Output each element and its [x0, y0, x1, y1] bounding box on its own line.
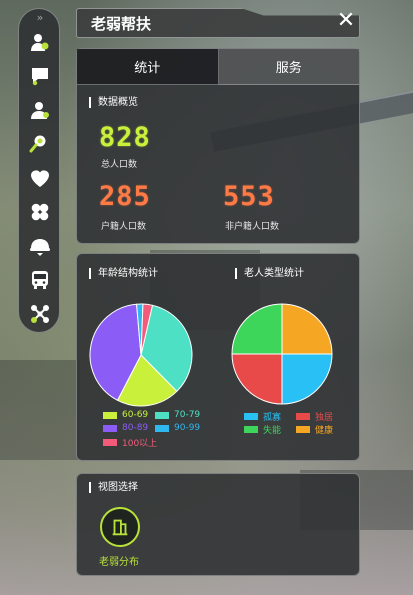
non-registered-population-value: 553 [223, 181, 275, 212]
pie-slice[interactable] [281, 303, 333, 355]
panel-title: 老弱帮扶 [91, 15, 152, 33]
elderly-user-icon[interactable] [27, 29, 53, 55]
legend-label: 失能 [263, 426, 282, 436]
pie-slice[interactable] [231, 353, 283, 405]
legend-item: 失能 [244, 423, 281, 436]
tab-services[interactable]: 服务 [218, 49, 359, 85]
tab-statistics[interactable]: 统计 [77, 49, 219, 85]
legend-swatch [103, 411, 117, 419]
type-pie-chart [231, 303, 333, 405]
network-icon[interactable] [27, 301, 53, 327]
registered-population-label: 户籍人口数 [101, 222, 147, 232]
legend-item: 100以上 [103, 436, 157, 449]
map-block [0, 360, 80, 460]
legend-swatch [103, 424, 117, 432]
age-pie-chart [89, 303, 193, 407]
view-section-title: 视图选择 [89, 482, 138, 493]
legend-item: 60-69 [103, 410, 148, 420]
collapse-toolbar-button[interactable]: » [19, 11, 59, 24]
view-option-label[interactable]: 老弱分布 [99, 553, 139, 568]
cap-icon[interactable] [27, 233, 53, 259]
legend-label: 80-89 [122, 423, 149, 433]
legend-swatch [244, 413, 258, 420]
function-toolbar: » [18, 8, 60, 333]
type-chart-title: 老人类型统计 [235, 268, 304, 279]
legend-label: 90-99 [174, 423, 201, 433]
total-population-label: 总人口数 [101, 160, 138, 170]
clover-icon[interactable] [27, 199, 53, 225]
legend-label: 健康 [315, 426, 334, 436]
age-chart-legend: 60-69 70-79 80-89 90-99 100以上 [103, 410, 223, 452]
legend-label: 孤寡 [263, 413, 282, 423]
non-registered-population-label: 非户籍人口数 [225, 222, 280, 232]
legend-item: 80-89 [103, 423, 148, 433]
bus-icon[interactable] [27, 267, 53, 293]
legend-item: 孤寡 [244, 410, 281, 423]
legend-label: 100以上 [122, 439, 158, 449]
legend-label: 独居 [315, 413, 334, 423]
pie-slice[interactable] [231, 303, 283, 355]
legend-swatch [296, 413, 310, 420]
legend-item: 90-99 [155, 423, 200, 433]
pie-slice[interactable] [281, 353, 333, 405]
age-chart-title: 年龄结构统计 [89, 268, 158, 279]
users-icon[interactable] [27, 97, 53, 123]
legend-label: 70-79 [174, 410, 201, 420]
tab-bar: 统计 服务 [77, 49, 359, 85]
close-icon[interactable]: ✕ [336, 10, 356, 32]
legend-swatch [296, 426, 310, 433]
legend-swatch [155, 424, 169, 432]
legend-item: 独居 [296, 410, 333, 423]
heart-icon[interactable] [27, 165, 53, 191]
search-person-icon[interactable] [27, 131, 53, 157]
legend-label: 60-69 [122, 410, 149, 420]
building-icon[interactable] [100, 507, 140, 547]
chat-bubble-icon[interactable] [27, 63, 53, 89]
overview-section-title: 数据概览 [89, 97, 138, 108]
legend-swatch [244, 426, 258, 433]
registered-population-value: 285 [99, 181, 151, 212]
legend-swatch [155, 411, 169, 419]
legend-swatch [103, 439, 117, 446]
legend-item: 健康 [296, 423, 333, 436]
total-population-value: 828 [99, 122, 151, 153]
type-chart-legend: 孤寡 独居失能 健康 [244, 410, 354, 436]
legend-item: 70-79 [155, 410, 200, 420]
